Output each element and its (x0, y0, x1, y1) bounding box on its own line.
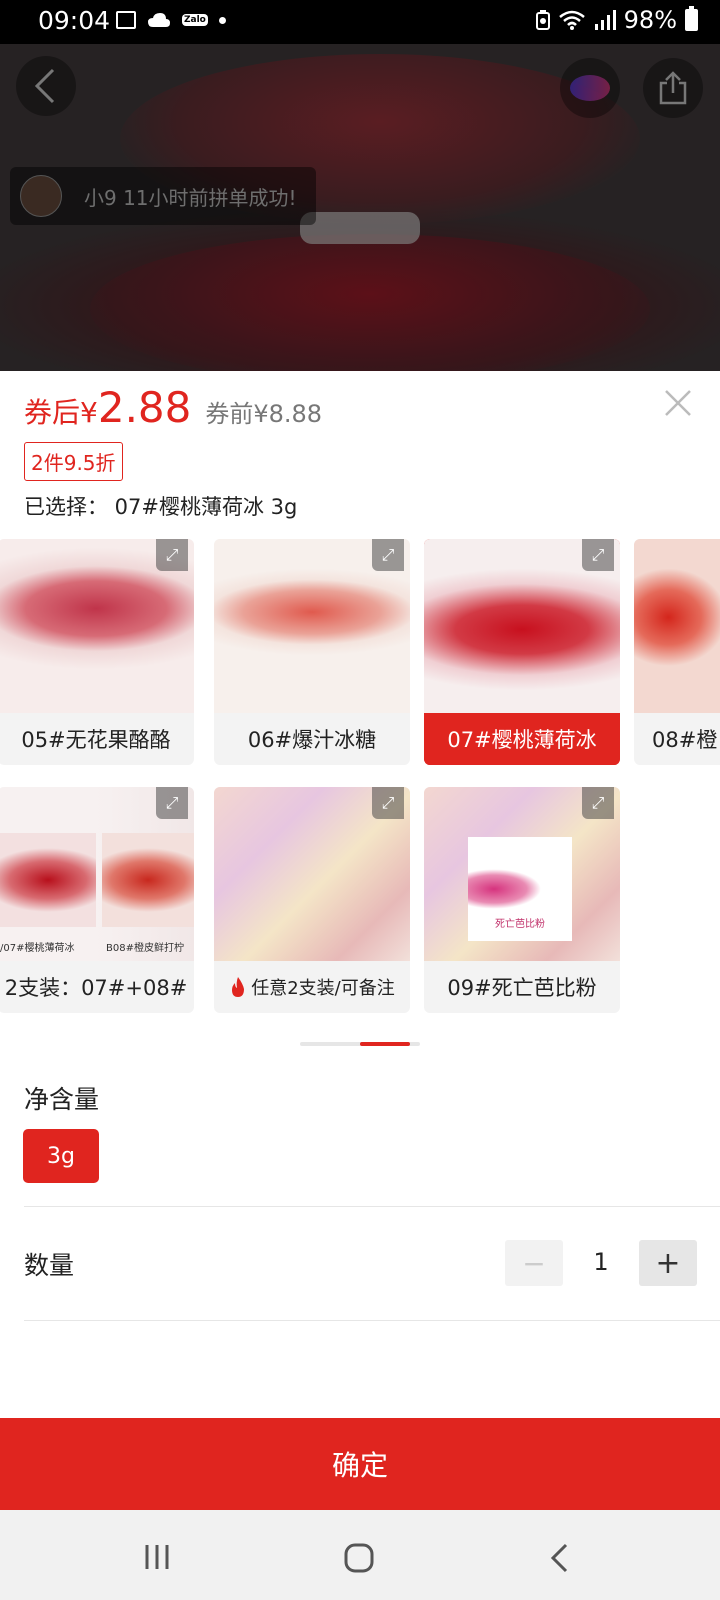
battery-icon (685, 6, 698, 31)
variant-label-row: 任意2支装/可备注 (214, 961, 410, 1013)
close-button[interactable] (664, 381, 692, 427)
fire-icon (232, 977, 245, 997)
avatar (20, 175, 62, 217)
image-caption: 死亡芭比粉 (495, 919, 545, 930)
variant-05[interactable]: ⤢ 05#无花果酪酪 (0, 539, 194, 765)
variant-any-2-pack[interactable]: ⤢ 任意2支装/可备注 (214, 787, 410, 1013)
expand-icon[interactable]: ⤢ (372, 539, 404, 571)
group-buy-text: 小9 11小时前拼单成功! (84, 185, 297, 210)
divider (24, 1206, 720, 1207)
variant-label: 06#爆汁冰糖 (247, 728, 377, 752)
clock: 09:04 (38, 6, 111, 35)
variant-scroll-indicator (300, 1042, 420, 1046)
net-content-title: 净含量 (24, 1085, 100, 1114)
cloud-icon (148, 13, 170, 27)
expand-icon[interactable]: ⤢ (582, 787, 614, 819)
signal-icon (594, 10, 616, 30)
variant-label: 09#死亡芭比粉 (447, 976, 597, 1000)
discount-tag: 2件9.5折 (24, 442, 123, 481)
close-icon (665, 390, 691, 416)
price-prefix: 券后 (24, 396, 81, 429)
confirm-button[interactable]: 确定 (0, 1418, 720, 1510)
battery-saver-icon (535, 10, 550, 30)
group-buy-toast: 小9 11小时前拼单成功! (10, 167, 316, 225)
variant-label: 07#樱桃薄荷冰 (424, 713, 620, 765)
status-bar: 09:04 Zalo 98% (0, 0, 720, 44)
variant-image (634, 539, 720, 713)
battery-percent: 98% (623, 6, 677, 34)
original-price: 券前¥8.88 (205, 400, 323, 428)
divider (24, 1320, 720, 1321)
share-icon (659, 71, 687, 105)
selected-variant-text: 已选择： 07#樱桃薄荷冰 3g (24, 495, 298, 519)
expand-icon[interactable]: ⤢ (156, 539, 188, 571)
back-button[interactable] (16, 56, 76, 116)
expand-icon[interactable]: ⤢ (156, 787, 188, 819)
recent-apps-icon[interactable] (142, 1542, 172, 1572)
back-nav-icon[interactable] (548, 1542, 570, 1574)
quantity-increase-button[interactable]: + (639, 1240, 697, 1286)
brand-logo-icon (570, 75, 610, 101)
currency-symbol: ¥ (80, 396, 98, 429)
variant-09[interactable]: 死亡芭比粉 ⤢ 09#死亡芭比粉 (424, 787, 620, 1013)
variant-label: 2支装：07#+08# (4, 976, 188, 1000)
image-caption-right: B08#橙皮鲜打柠 (106, 943, 184, 954)
variant-07[interactable]: ⤢ 07#樱桃薄荷冰 (424, 539, 620, 765)
variant-bundle-07-08[interactable]: /07#樱桃薄荷冰 B08#橙皮鲜打柠 ⤢ 2支装：07#+08# (0, 787, 194, 1013)
share-button[interactable] (643, 58, 703, 118)
quantity-value[interactable]: 1 (586, 1248, 616, 1276)
price-row: 券后 ¥ 2.88 券前¥8.88 (24, 383, 322, 432)
variant-label: 05#无花果酪酪 (21, 728, 171, 752)
dot-icon (218, 16, 226, 24)
variant-06[interactable]: ⤢ 06#爆汁冰糖 (214, 539, 410, 765)
image-caption-left: /07#樱桃薄荷冰 (0, 943, 75, 954)
chevron-left-icon (34, 68, 55, 104)
system-nav-bar (0, 1510, 720, 1600)
wifi-icon (558, 10, 585, 30)
home-icon[interactable] (343, 1542, 375, 1574)
zalo-icon: Zalo (182, 14, 208, 26)
size-option-3g[interactable]: 3g (23, 1129, 99, 1183)
variant-08[interactable]: 08#橙 (634, 539, 720, 765)
price-value: 2.88 (97, 383, 192, 432)
expand-icon[interactable]: ⤢ (372, 787, 404, 819)
variant-label: 08#橙 (652, 728, 718, 752)
quantity-label: 数量 (24, 1251, 75, 1280)
quantity-decrease-button[interactable]: − (505, 1240, 563, 1286)
expand-icon[interactable]: ⤢ (582, 539, 614, 571)
brand-button[interactable] (560, 58, 620, 118)
image-icon (116, 11, 136, 29)
variant-label: 任意2支装/可备注 (251, 978, 395, 999)
